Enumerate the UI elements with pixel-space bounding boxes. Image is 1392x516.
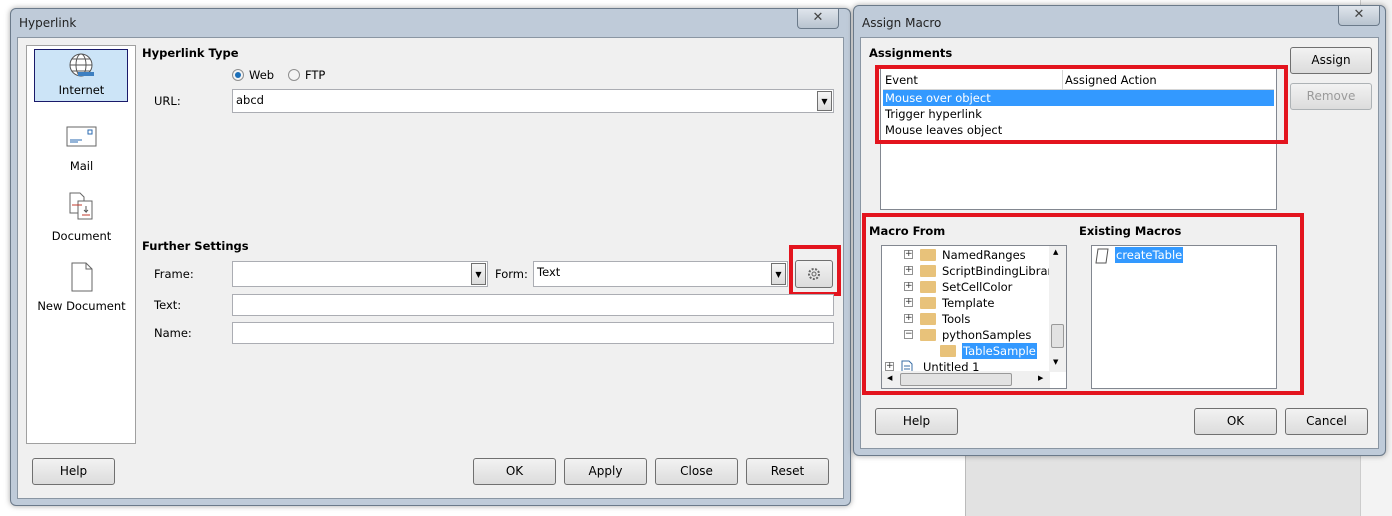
text-label: Text: xyxy=(154,298,182,312)
reset-button[interactable]: Reset xyxy=(746,458,829,485)
form-value: Text xyxy=(537,265,561,279)
cancel-button[interactable]: Cancel xyxy=(1285,408,1368,435)
nav-internet-label: Internet xyxy=(35,52,128,97)
document-icon xyxy=(69,192,92,220)
assign-button[interactable]: Assign xyxy=(1290,47,1372,74)
close-button[interactable]: ✕ xyxy=(797,9,839,29)
dialog-title: Hyperlink xyxy=(19,16,77,30)
ftp-radio[interactable] xyxy=(288,69,300,81)
url-combobox[interactable]: abcd ▼ xyxy=(232,89,834,113)
annotation-highlight xyxy=(862,213,1304,395)
nav-mail[interactable]: Mail xyxy=(35,126,128,173)
text-input[interactable] xyxy=(232,294,834,316)
category-panel: Internet Mail Document New Document xyxy=(26,45,136,444)
name-label: Name: xyxy=(154,326,192,340)
hyperlink-dialog: Hyperlink ✕ xyxy=(10,8,851,506)
ftp-radio-label[interactable]: FTP xyxy=(305,68,325,82)
help-button[interactable]: Help xyxy=(875,408,958,435)
close-button[interactable]: ✕ xyxy=(1338,6,1380,26)
nav-new-document[interactable]: New Document xyxy=(35,262,128,313)
nav-document[interactable]: Document xyxy=(35,192,128,243)
annotation-highlight xyxy=(875,65,1288,144)
remove-button: Remove xyxy=(1290,83,1372,110)
name-input[interactable] xyxy=(232,322,834,344)
url-label: URL: xyxy=(154,94,181,108)
form-label: Form: xyxy=(495,267,528,281)
hyperlink-type-heading: Hyperlink Type xyxy=(142,46,239,60)
new-document-icon xyxy=(71,262,92,292)
web-radio-label[interactable]: Web xyxy=(249,68,274,82)
form-combobox[interactable]: Text ▼ xyxy=(533,261,788,287)
ok-button[interactable]: OK xyxy=(1194,408,1277,435)
dialog-title: Assign Macro xyxy=(862,16,942,30)
chevron-down-icon[interactable]: ▼ xyxy=(471,263,486,285)
globe-icon xyxy=(69,53,94,77)
ok-button[interactable]: OK xyxy=(473,458,556,485)
nav-label: Mail xyxy=(69,159,94,173)
web-radio[interactable] xyxy=(232,69,244,81)
chevron-down-icon[interactable]: ▼ xyxy=(771,263,786,285)
apply-button[interactable]: Apply xyxy=(564,458,647,485)
assignments-heading: Assignments xyxy=(869,46,953,60)
nav-label: Document xyxy=(51,229,112,243)
background-window xyxy=(965,455,1360,516)
nav-label: Internet xyxy=(58,83,105,97)
url-value: abcd xyxy=(236,93,264,107)
help-button[interactable]: Help xyxy=(32,458,115,485)
chevron-down-icon[interactable]: ▼ xyxy=(817,91,832,111)
envelope-icon xyxy=(66,126,96,147)
annotation-highlight xyxy=(789,245,841,296)
close-dialog-button[interactable]: Close xyxy=(655,458,738,485)
nav-label: New Document xyxy=(37,299,126,313)
frame-label: Frame: xyxy=(154,267,194,281)
frame-combobox[interactable]: ▼ xyxy=(232,261,488,287)
further-settings-heading: Further Settings xyxy=(142,239,249,253)
